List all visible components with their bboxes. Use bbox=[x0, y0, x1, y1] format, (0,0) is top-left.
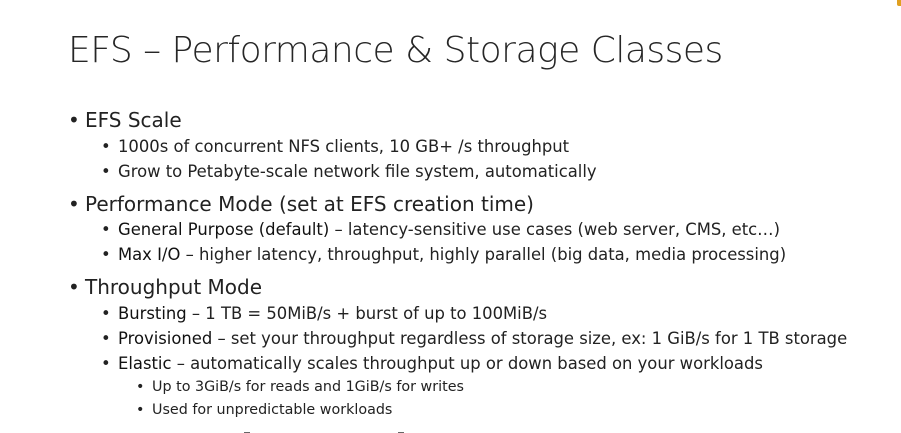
section-heading-label: Performance Mode (set at EFS creation ti… bbox=[85, 192, 534, 216]
list-item-text: Grow to Petabyte-scale network file syst… bbox=[118, 162, 597, 181]
sub-list-item: • Used for unpredictable workloads bbox=[136, 402, 393, 418]
list-item: • Provisioned – set your throughput rega… bbox=[101, 329, 848, 348]
bullet-icon: • bbox=[101, 329, 111, 348]
slide: EFS – Performance & Storage Classes • EF… bbox=[0, 0, 901, 433]
list-item-term: General Purpose (default) bbox=[118, 220, 330, 239]
list-item-term: Provisioned bbox=[118, 329, 213, 348]
section-heading-performance-mode: • Performance Mode (set at EFS creation … bbox=[68, 192, 534, 216]
list-item-term: Elastic bbox=[118, 354, 172, 373]
list-item-text: – automatically scales throughput up or … bbox=[171, 354, 763, 373]
bullet-icon: • bbox=[101, 162, 111, 181]
list-item-term: Bursting bbox=[118, 304, 187, 323]
list-item-text: – set your throughput regardless of stor… bbox=[212, 329, 848, 348]
bullet-icon: • bbox=[136, 402, 145, 418]
bullet-icon: • bbox=[101, 245, 111, 264]
slide-title: EFS – Performance & Storage Classes bbox=[68, 30, 723, 71]
list-item: • 1000s of concurrent NFS clients, 10 GB… bbox=[101, 137, 570, 156]
sub-list-item-text: Used for unpredictable workloads bbox=[152, 402, 393, 418]
section-heading-efs-scale: • EFS Scale bbox=[68, 108, 182, 132]
list-item-text: – 1 TB = 50MiB/s + burst of up to 100MiB… bbox=[186, 304, 548, 323]
section-heading-throughput-mode: • Throughput Mode bbox=[68, 275, 263, 299]
list-item-text: – latency-sensitive use cases (web serve… bbox=[329, 220, 780, 239]
bullet-icon: • bbox=[68, 275, 80, 299]
bullet-icon: • bbox=[101, 137, 111, 156]
list-item: • Max I/O – higher latency, throughput, … bbox=[101, 245, 787, 264]
bullet-icon: • bbox=[136, 379, 145, 395]
list-item-term: Max I/O bbox=[118, 245, 181, 264]
list-item: • Bursting – 1 TB = 50MiB/s + burst of u… bbox=[101, 304, 548, 323]
list-item-text: 1000s of concurrent NFS clients, 10 GB+ … bbox=[118, 137, 570, 156]
list-item: • Elastic – automatically scales through… bbox=[101, 354, 763, 373]
bullet-icon: • bbox=[101, 304, 111, 323]
section-heading-label: Throughput Mode bbox=[85, 275, 263, 299]
sub-list-item: • Up to 3GiB/s for reads and 1GiB/s for … bbox=[136, 379, 464, 395]
bullet-icon: • bbox=[68, 192, 80, 216]
section-heading-label: EFS Scale bbox=[85, 108, 182, 132]
sub-list-item-text: Up to 3GiB/s for reads and 1GiB/s for wr… bbox=[152, 379, 464, 395]
bullet-icon: • bbox=[101, 220, 111, 239]
bullet-icon: • bbox=[101, 354, 111, 373]
corner-marker bbox=[897, 0, 901, 6]
list-item: • General Purpose (default) – latency-se… bbox=[101, 220, 780, 239]
bullet-icon: • bbox=[68, 108, 80, 132]
list-item: • Grow to Petabyte-scale network file sy… bbox=[101, 162, 597, 181]
list-item-text: – higher latency, throughput, highly par… bbox=[180, 245, 787, 264]
